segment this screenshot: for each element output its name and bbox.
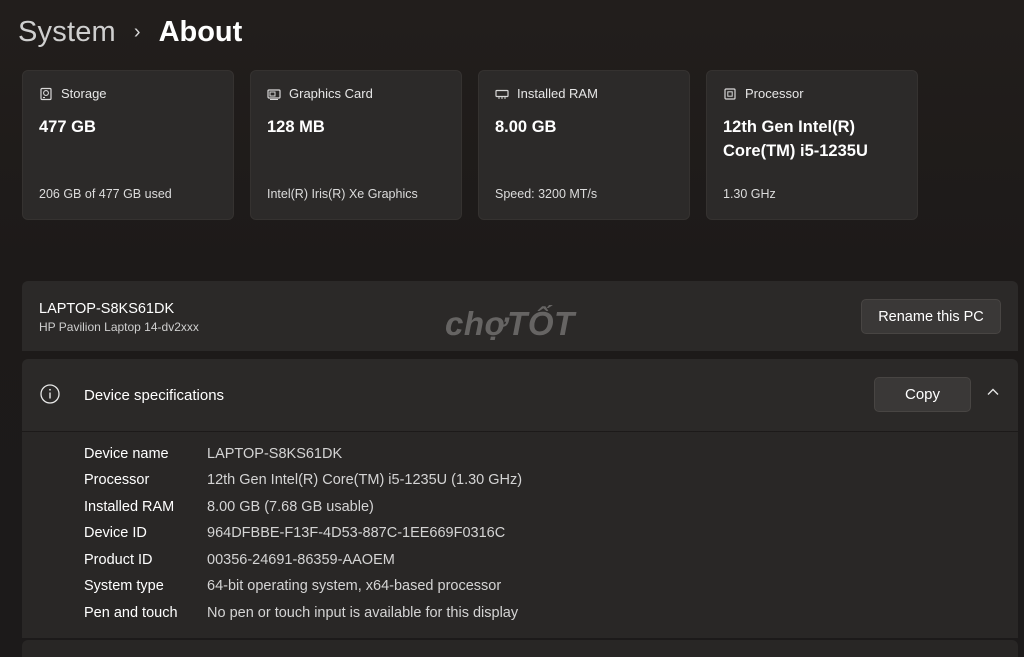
graphics-card-detail: Intel(R) Iris(R) Xe Graphics <box>267 187 418 201</box>
processor-card[interactable]: Processor 12th Gen Intel(R) Core(TM) i5-… <box>706 70 918 220</box>
storage-card[interactable]: Storage 477 GB 206 GB of 477 GB used <box>22 70 234 220</box>
ram-card[interactable]: Installed RAM 8.00 GB Speed: 3200 MT/s <box>478 70 690 220</box>
spec-row-product-id: Product ID 00356-24691-86359-AAOEM <box>84 547 395 573</box>
spec-key: Device ID <box>84 525 147 541</box>
spec-row-device-id: Device ID 964DFBBE-F13F-4D53-887C-1EE669… <box>84 520 505 546</box>
breadcrumb-system[interactable]: System <box>18 16 116 49</box>
spec-row-system-type: System type 64-bit operating system, x64… <box>84 573 501 599</box>
graphics-card-label: Graphics Card <box>289 86 373 101</box>
breadcrumb: System › About <box>18 12 242 52</box>
pc-name: LAPTOP-S8KS61DK <box>39 301 175 317</box>
ram-icon <box>495 89 509 99</box>
pc-model: HP Pavilion Laptop 14-dv2xxx <box>39 320 199 334</box>
spec-key: Pen and touch <box>84 605 178 621</box>
processor-label: Processor <box>745 86 804 101</box>
page-title: About <box>158 15 243 48</box>
processor-icon <box>724 87 736 100</box>
spec-value: 00356-24691-86359-AAOEM <box>207 552 395 568</box>
device-specifications-list: Device name LAPTOP-S8KS61DK Processor 12… <box>22 432 1018 638</box>
device-specifications-header[interactable]: Device specifications Copy <box>22 359 1018 431</box>
breadcrumb-separator-icon: › <box>133 20 141 43</box>
spec-value: No pen or touch input is available for t… <box>207 605 519 621</box>
ram-value: 8.00 GB <box>495 118 557 136</box>
device-specifications-title: Device specifications <box>84 387 225 404</box>
graphics-card-card[interactable]: Graphics Card 128 MB Intel(R) Iris(R) Xe… <box>250 70 462 220</box>
storage-value: 477 GB <box>39 118 96 136</box>
about-page: System › About Storage 477 GB 206 GB of … <box>0 0 1024 657</box>
spec-row-pen-and-touch: Pen and touch No pen or touch input is a… <box>84 600 518 626</box>
spec-row-processor: Processor 12th Gen Intel(R) Core(TM) i5-… <box>84 467 522 493</box>
spec-row-installed-ram: Installed RAM 8.00 GB (7.68 GB usable) <box>84 494 374 520</box>
processor-value: 12th Gen Intel(R) Core(TM) i5-1235U <box>723 118 868 160</box>
storage-icon <box>40 87 52 100</box>
processor-detail: 1.30 GHz <box>723 187 776 201</box>
copy-button[interactable]: Copy <box>874 377 971 412</box>
info-icon <box>40 384 60 404</box>
next-panel-edge <box>22 640 1018 657</box>
rename-pc-button[interactable]: Rename this PC <box>861 299 1001 334</box>
storage-detail: 206 GB of 477 GB used <box>39 187 172 201</box>
spec-key: Processor <box>84 472 150 488</box>
spec-key: System type <box>84 578 164 594</box>
spec-key: Device name <box>84 446 169 462</box>
storage-label: Storage <box>61 86 107 101</box>
spec-row-device-name: Device name LAPTOP-S8KS61DK <box>84 441 342 467</box>
ram-detail: Speed: 3200 MT/s <box>495 187 598 201</box>
spec-cards: Storage 477 GB 206 GB of 477 GB used Gra… <box>22 70 918 220</box>
spec-key: Product ID <box>84 552 153 568</box>
spec-value: 964DFBBE-F13F-4D53-887C-1EE669F0316C <box>207 525 506 541</box>
graphics-card-value: 128 MB <box>267 118 325 136</box>
graphics-card-icon <box>267 88 281 100</box>
ram-label: Installed RAM <box>517 86 598 101</box>
spec-value: 12th Gen Intel(R) Core(TM) i5-1235U (1.3… <box>207 472 523 488</box>
spec-value: 8.00 GB (7.68 GB usable) <box>207 499 374 515</box>
chevron-up-icon[interactable] <box>986 385 1000 399</box>
spec-value: LAPTOP-S8KS61DK <box>207 446 343 462</box>
spec-key: Installed RAM <box>84 499 175 515</box>
spec-value: 64-bit operating system, x64-based proce… <box>207 578 502 594</box>
chotot-watermark: chợTỐT <box>445 305 575 342</box>
